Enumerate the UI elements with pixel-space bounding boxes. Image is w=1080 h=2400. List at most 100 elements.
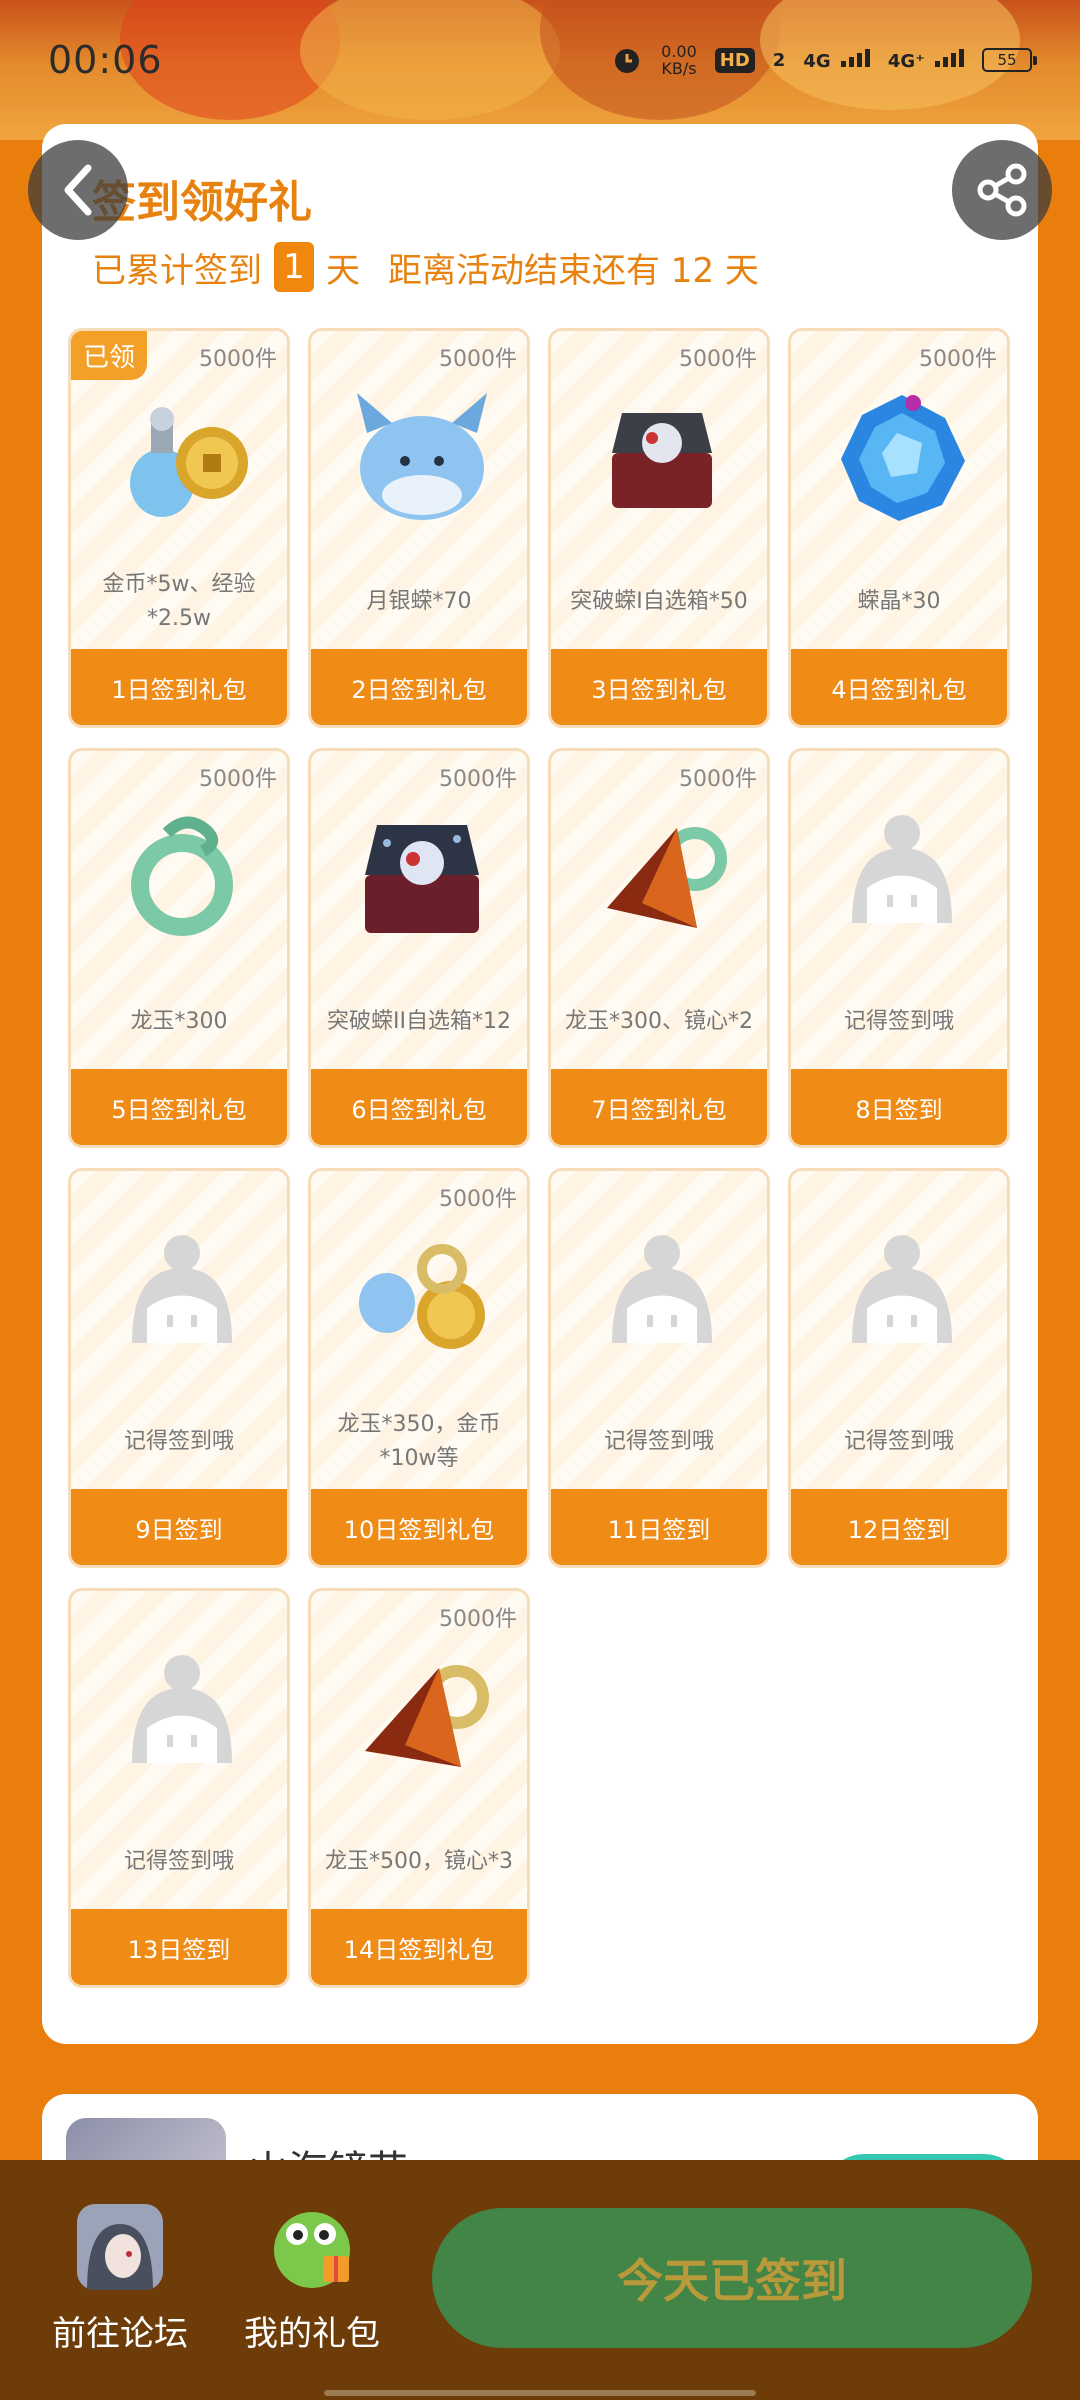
forum-button[interactable]: 前往论坛 xyxy=(40,2204,200,2355)
blue-creature-icon xyxy=(357,393,487,520)
reward-label: 1日签到礼包 xyxy=(71,649,287,725)
my-gifts-button[interactable]: 我的礼包 xyxy=(232,2204,392,2355)
reward-label: 4日签到礼包 xyxy=(791,649,1007,725)
reward-label: 7日签到礼包 xyxy=(551,1069,767,1145)
forum-label: 前往论坛 xyxy=(52,2314,188,2354)
reward-desc: 记得签到哦 xyxy=(843,1009,954,1034)
status-icons: 0.00 KB/s HD 2 4G 4G⁺ 55 xyxy=(611,43,1037,77)
reward-tile-day-13[interactable]: 记得签到哦 13日签到 xyxy=(68,1588,290,1988)
checkin-button[interactable]: 今天已签到 xyxy=(432,2208,1032,2348)
stock-count: 5000件 xyxy=(439,1607,517,1632)
reward-label: 6日签到礼包 xyxy=(311,1069,527,1145)
reward-desc: 记得签到哦 xyxy=(603,1429,714,1454)
reward-tile-day-6[interactable]: 5000件 突破蝾II自选箱*12 6日签到礼包 xyxy=(308,748,530,1148)
stock-count: 5000件 xyxy=(199,767,277,792)
reward-tile-day-14[interactable]: 5000件 龙玉*500，镜心*3 14日签到礼包 xyxy=(308,1588,530,1988)
reward-desc: 突破蝾I自选箱*50 xyxy=(570,589,748,614)
reward-tile-day-3[interactable]: 5000件 突破蝾I自选箱*50 3日签到礼包 xyxy=(548,328,770,728)
reward-label: 2日签到礼包 xyxy=(311,649,527,725)
reward-label: 3日签到礼包 xyxy=(551,649,767,725)
frog-gift-icon xyxy=(269,2204,355,2290)
stock-count: 5000件 xyxy=(679,347,757,372)
stock-count: 5000件 xyxy=(439,767,517,792)
share-button[interactable] xyxy=(952,140,1052,240)
claimed-badge: 已领 xyxy=(71,331,148,380)
stock-count: 5000件 xyxy=(919,347,997,372)
alarm-icon xyxy=(615,49,640,73)
net-speed-value: 0.00 xyxy=(661,42,697,61)
chest-icon xyxy=(612,413,712,508)
reward-label: 5日签到礼包 xyxy=(71,1069,287,1145)
reward-label: 13日签到 xyxy=(71,1909,287,1985)
reward-tile-day-7[interactable]: 5000件 龙玉*300、镜心*2 7日签到礼包 xyxy=(548,748,770,1148)
hd-sub: 2 xyxy=(772,49,786,71)
summary-prefix: 已累计签到 xyxy=(92,250,262,291)
bundle-icon xyxy=(359,1244,485,1349)
reward-tile-day-12[interactable]: 记得签到哦 12日签到 xyxy=(788,1168,1010,1568)
stock-count: 5000件 xyxy=(439,1187,517,1212)
bottom-bar: 前往论坛 我的礼包 今天已签到 xyxy=(0,2160,1080,2400)
reward-label: 9日签到 xyxy=(71,1489,287,1565)
reward-tile-day-9[interactable]: 记得签到哦 9日签到 xyxy=(68,1168,290,1568)
reward-desc: 记得签到哦 xyxy=(123,1849,234,1874)
hd-badge: HD xyxy=(714,47,755,73)
network-1-label: 4G xyxy=(803,50,831,72)
reward-tile-day-10[interactable]: 5000件 龙玉*350，金币*10w等 10日签到礼包 xyxy=(308,1168,530,1568)
reward-tile-day-4[interactable]: 5000件 蝾晶*30 4日签到礼包 xyxy=(788,328,1010,728)
reward-desc: 龙玉*350，金币*10w等 xyxy=(337,1412,501,1471)
placeholder-mascot-icon xyxy=(132,1655,232,1763)
stock-count: 5000件 xyxy=(679,767,757,792)
reward-desc: 金币*5w、经验*2.5w xyxy=(102,572,256,631)
status-time: 00:06 xyxy=(48,38,163,82)
net-speed: 0.00 KB/s xyxy=(661,43,697,77)
crystal-icon xyxy=(841,395,965,521)
back-button[interactable] xyxy=(28,140,128,240)
net-speed-unit: KB/s xyxy=(661,59,697,78)
reward-tile-day-11[interactable]: 记得签到哦 11日签到 xyxy=(548,1168,770,1568)
chest-icon xyxy=(365,825,479,933)
reward-desc: 记得签到哦 xyxy=(123,1429,234,1454)
reward-desc: 突破蝾II自选箱*12 xyxy=(327,1009,511,1034)
reward-tile-day-1[interactable]: 已领 5000件 金币*5w、经验*2.5w 1日签到礼包 xyxy=(68,328,290,728)
reward-desc: 月银蝾*70 xyxy=(366,589,472,614)
network-2-label: 4G⁺ xyxy=(887,50,925,72)
share-icon xyxy=(977,163,1027,217)
dragon-jade-icon xyxy=(131,816,233,936)
remaining-days: 距离活动结束还有 12 天 xyxy=(388,250,759,291)
stock-count: 5000件 xyxy=(199,347,277,372)
stock-count: 5000件 xyxy=(439,347,517,372)
reward-label: 12日签到 xyxy=(791,1489,1007,1565)
placeholder-mascot-icon xyxy=(612,1235,712,1343)
reward-tile-day-2[interactable]: 5000件 月银蝾*70 2日签到礼包 xyxy=(308,328,530,728)
reward-tile-day-8[interactable]: 记得签到哦 8日签到 xyxy=(788,748,1010,1148)
reward-grid: 已领 5000件 金币*5w、经验*2.5w 1日签到礼包 5000件 月银蝾*… xyxy=(68,328,1012,1988)
placeholder-mascot-icon xyxy=(852,1235,952,1343)
my-gifts-label: 我的礼包 xyxy=(244,2314,380,2354)
chevron-left-icon xyxy=(64,164,92,216)
network-1: 4G xyxy=(803,48,870,72)
placeholder-mascot-icon xyxy=(132,1235,232,1343)
forum-avatar-icon xyxy=(77,2204,163,2290)
reward-tile-day-5[interactable]: 5000件 龙玉*300 5日签到礼包 xyxy=(68,748,290,1148)
signal-2-icon xyxy=(935,48,964,67)
checkin-summary: 已累计签到 1 天 距离活动结束还有 12 天 xyxy=(92,240,759,294)
signal-1-icon xyxy=(840,48,870,67)
battery-icon: 55 xyxy=(982,48,1037,72)
days-count: 1 xyxy=(274,242,314,292)
jade-mirror-icon xyxy=(607,827,727,928)
coin-bottle-icon xyxy=(130,407,248,517)
reward-desc: 龙玉*300、镜心*2 xyxy=(565,1009,753,1034)
reward-label: 11日签到 xyxy=(551,1489,767,1565)
reward-label: 14日签到礼包 xyxy=(311,1909,527,1985)
network-2: 4G⁺ xyxy=(887,48,964,72)
reward-desc: 记得签到哦 xyxy=(843,1429,954,1454)
jade-mirror-icon xyxy=(365,1665,489,1767)
placeholder-mascot-icon xyxy=(852,815,952,923)
days-unit: 天 xyxy=(326,250,360,291)
reward-label: 8日签到 xyxy=(791,1069,1007,1145)
reward-desc: 龙玉*300 xyxy=(130,1009,228,1034)
reward-label: 10日签到礼包 xyxy=(311,1489,527,1565)
status-bar: 00:06 0.00 KB/s HD 2 4G 4G⁺ 55 xyxy=(0,0,1080,120)
reward-desc: 龙玉*500，镜心*3 xyxy=(325,1849,513,1874)
home-indicator xyxy=(324,2390,756,2396)
